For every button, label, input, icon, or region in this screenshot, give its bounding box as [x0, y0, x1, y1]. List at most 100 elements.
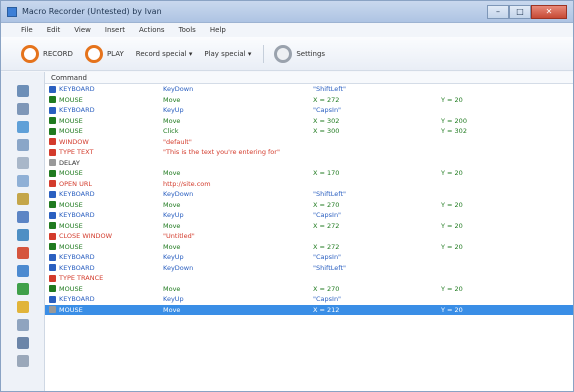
row-extra: Y = 20 [441, 169, 463, 178]
row-extra: Y = 20 [441, 95, 463, 104]
mouse-icon [49, 96, 56, 104]
row-value: "ShiftLeft" [313, 190, 346, 199]
minimize-button[interactable]: – [487, 4, 509, 19]
row-command: MOUSE [59, 305, 83, 314]
mouse-icon [49, 285, 56, 293]
record-special-menu[interactable]: Record special ▾ [136, 50, 193, 58]
row-action: KeyUp [163, 295, 184, 304]
table-row[interactable]: TYPE TEXT "This is the text you're enteri… [45, 147, 573, 158]
box-icon[interactable] [16, 301, 29, 313]
action-icon [49, 274, 56, 282]
play-special-menu[interactable]: Play special ▾ [204, 50, 251, 58]
mouse-icon [49, 127, 56, 135]
row-command: MOUSE [59, 169, 83, 178]
row-value: X = 270 [313, 200, 340, 209]
title-bar: Macro Recorder (Untested) by Ivan – □ ✕ [1, 1, 573, 23]
table-row[interactable]: MOUSE Move X = 270 Y = 20 [45, 284, 573, 295]
row-action: KeyDown [163, 85, 194, 94]
maximize-button[interactable]: □ [509, 4, 531, 19]
menu-help[interactable]: Help [210, 26, 226, 34]
table-row[interactable]: MOUSE Move X = 170 Y = 20 [45, 168, 573, 179]
table-row[interactable]: KEYBOARD KeyDown "ShiftLeft" [45, 84, 573, 95]
menu-actions[interactable]: Actions [139, 26, 165, 34]
stop-icon[interactable] [16, 247, 29, 259]
table-row[interactable]: KEYBOARD KeyDown "ShiftLeft" [45, 263, 573, 274]
table-row[interactable]: MOUSE Move X = 270 Y = 20 [45, 200, 573, 211]
table-row[interactable]: KEYBOARD KeyUp "CapsIn" [45, 294, 573, 305]
row-extra: Y = 20 [441, 221, 463, 230]
pen-icon[interactable] [16, 211, 29, 223]
row-extra: Y = 200 [441, 116, 467, 125]
row-extra: Y = 20 [441, 200, 463, 209]
row-command: WINDOW [59, 137, 89, 146]
keyboard-icon [49, 106, 56, 114]
table-row[interactable]: OPEN URL http://site.com [45, 179, 573, 190]
row-command: KEYBOARD [59, 85, 95, 94]
row-action: http://site.com [163, 179, 211, 188]
keyboard-icon [49, 211, 56, 219]
keyboard-icon [49, 253, 56, 261]
row-command: MOUSE [59, 200, 83, 209]
table-row[interactable]: MOUSE Click X = 300 Y = 302 [45, 126, 573, 137]
undo-icon[interactable] [16, 85, 29, 97]
arrow-icon[interactable] [16, 337, 29, 349]
window-controls: – □ ✕ [487, 4, 567, 19]
row-command: MOUSE [59, 95, 83, 104]
table-row[interactable]: KEYBOARD KeyUp "CapsIn" [45, 105, 573, 116]
row-command: KEYBOARD [59, 190, 95, 199]
settings-button[interactable]: Settings [296, 50, 325, 58]
row-action: Move [163, 200, 181, 209]
settings-icon[interactable] [16, 265, 29, 277]
table-row[interactable]: KEYBOARD KeyUp "CapsIn" [45, 252, 573, 263]
globe-icon[interactable] [16, 283, 29, 295]
window-title: Macro Recorder (Untested) by Ivan [22, 7, 162, 16]
command-rows: KEYBOARD KeyDown "ShiftLeft" MOUSE Move X = 2… [45, 84, 573, 315]
menu-file[interactable]: File [21, 26, 33, 34]
command-list[interactable]: Command KEYBOARD KeyDown "ShiftLeft" MOUSE M… [45, 72, 573, 391]
menu-insert[interactable]: Insert [105, 26, 125, 34]
action-icon [49, 180, 56, 188]
window-icon[interactable] [16, 139, 29, 151]
column-header-command[interactable]: Command [45, 72, 573, 84]
record-button[interactable]: RECORD [43, 50, 73, 58]
keyboard-icon [49, 85, 56, 93]
row-action: Move [163, 95, 181, 104]
table-row[interactable]: MOUSE Move X = 212 Y = 20 [45, 304, 573, 315]
table-row[interactable]: MOUSE Move X = 302 Y = 200 [45, 116, 573, 127]
table-row[interactable]: KEYBOARD KeyUp "CapsIn" [45, 210, 573, 221]
row-action: Move [163, 305, 181, 314]
record-icon[interactable] [21, 44, 39, 63]
table-row[interactable]: DELAY [45, 158, 573, 169]
grid-icon[interactable] [16, 319, 29, 331]
image-icon[interactable] [16, 229, 29, 241]
table-row[interactable]: MOUSE Move X = 272 Y = 20 [45, 221, 573, 232]
menu-view[interactable]: View [74, 26, 91, 34]
keyboard-icon[interactable] [16, 103, 29, 115]
table-row[interactable]: MOUSE Move X = 272 Y = 20 [45, 95, 573, 106]
row-command: KEYBOARD [59, 211, 95, 220]
table-row[interactable]: WINDOW "default" [45, 137, 573, 148]
row-value: "ShiftLeft" [313, 85, 346, 94]
close-button[interactable]: ✕ [531, 4, 567, 19]
play-icon[interactable] [84, 44, 103, 63]
table-row[interactable]: TYPE TRANCE [45, 273, 573, 284]
menu-tools[interactable]: Tools [179, 26, 196, 34]
row-command: OPEN URL [59, 179, 92, 188]
row-value: X = 272 [313, 242, 340, 251]
table-row[interactable]: CLOSE WINDOW "Untitled" [45, 231, 573, 242]
delay-icon[interactable] [16, 175, 29, 187]
row-value: "ShiftLeft" [313, 263, 346, 272]
settings-icon[interactable] [274, 44, 293, 63]
table-row[interactable]: MOUSE Move X = 272 Y = 20 [45, 242, 573, 253]
row-icon [49, 306, 56, 314]
menu-edit[interactable]: Edit [47, 26, 61, 34]
mouse-icon [49, 222, 56, 230]
cursor-icon[interactable] [16, 121, 29, 133]
list-icon[interactable] [16, 355, 29, 367]
text-icon[interactable] [16, 157, 29, 169]
action-sidebar [1, 72, 45, 391]
table-row[interactable]: KEYBOARD KeyDown "ShiftLeft" [45, 189, 573, 200]
folder-icon[interactable] [16, 193, 29, 205]
play-button[interactable]: PLAY [107, 50, 124, 58]
row-command: MOUSE [59, 127, 83, 136]
